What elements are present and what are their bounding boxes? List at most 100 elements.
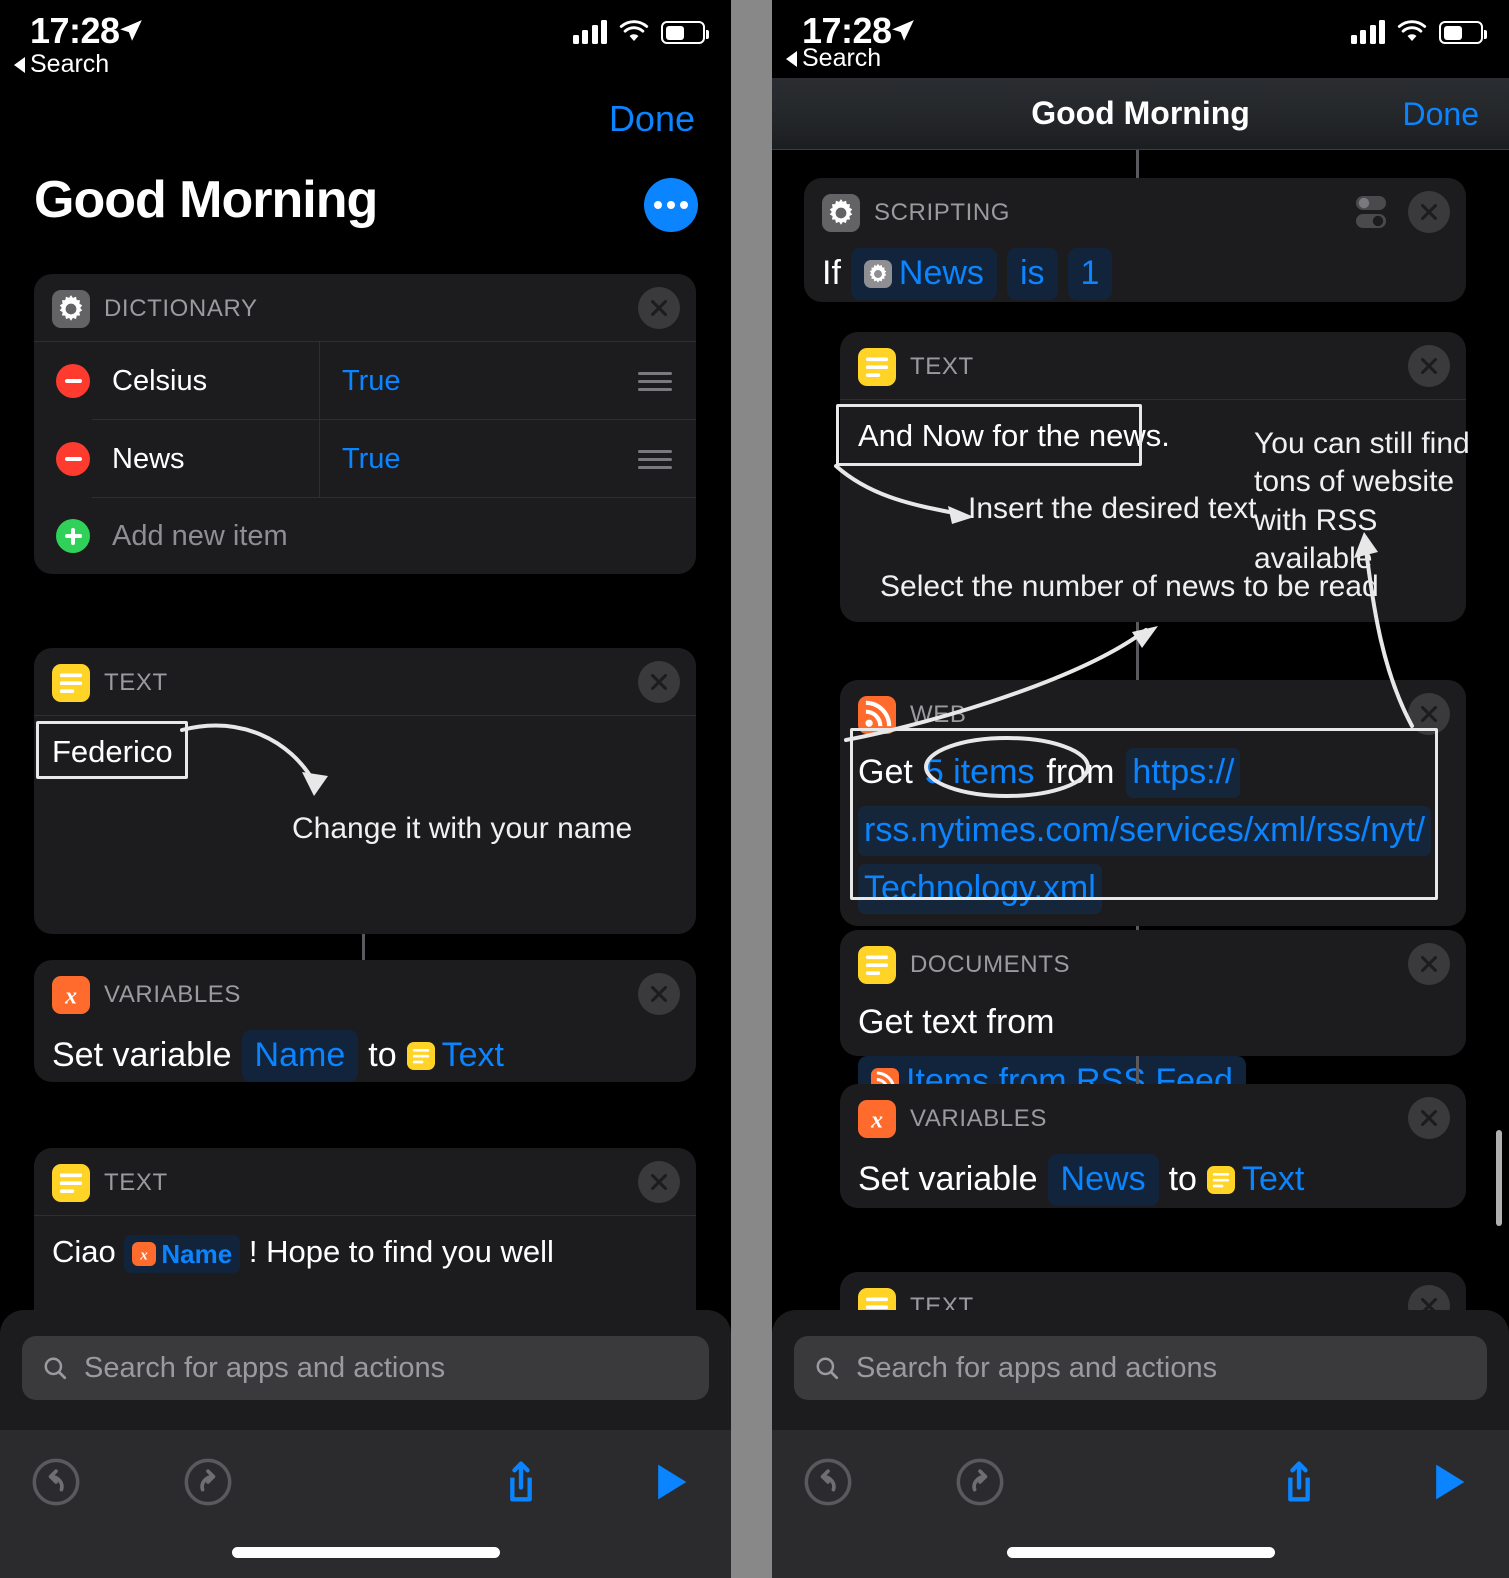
item-count-value[interactable]: 5 items [925,750,1035,796]
card-connector [1136,1056,1139,1084]
play-icon[interactable] [643,1456,695,1508]
text-lines-icon [52,1164,90,1202]
vertical-scrollbar[interactable] [1496,1130,1502,1226]
battery-icon [661,21,709,44]
set-variable-middle: to [1168,1160,1197,1198]
documents-card-header: DOCUMENTS [840,930,1466,998]
variables-news-card-body[interactable]: Set variable News to Text [840,1152,1466,1228]
cellular-bars-icon [1350,18,1385,44]
text-news-action-card[interactable]: TEXT And Now for the news. [840,332,1466,622]
set-variable-prefix: Set variable [858,1160,1038,1198]
gear-icon [863,259,892,288]
scripting-if-action-card[interactable]: SCRIPTING If News is 1 [804,178,1466,302]
dictionary-key-cell[interactable]: News [34,420,320,498]
web-rss-action-card[interactable]: WEB Get 5 items from https:// rss.nytime… [840,680,1466,926]
sliders-icon[interactable] [1354,192,1394,232]
cellular-bars-icon [572,18,607,44]
variable-name-chip[interactable]: News [1047,1154,1159,1206]
more-ellipsis-button[interactable] [644,178,698,232]
url-part-1[interactable]: https:// [1126,748,1241,798]
close-icon[interactable] [638,1161,680,1203]
set-variable-middle: to [368,1036,397,1074]
variable-source-chip[interactable]: Text [406,1033,504,1079]
scripting-card-body[interactable]: If News is 1 [804,246,1466,322]
dictionary-card-header: DICTIONARY [34,274,696,342]
documents-action-card[interactable]: DOCUMENTS Get text from Items from RSS F… [840,930,1466,1108]
left-search-container: Search for apps and actions [0,1310,731,1430]
if-value-label: 1 [1080,254,1100,292]
web-card-body[interactable]: Get 5 items from https:// rss.nytimes.co… [840,748,1466,936]
dictionary-key-cell[interactable]: Celsius [34,342,320,420]
dictionary-action-card[interactable]: DICTIONARY Celsius True News True Add ne… [34,274,696,574]
text-news-card-body[interactable]: And Now for the news. [840,400,1466,479]
dictionary-value[interactable]: True [320,420,638,498]
undo-icon[interactable] [30,1456,82,1508]
close-icon[interactable] [638,661,680,703]
close-icon[interactable] [638,287,680,329]
variable-source-chip[interactable]: Text [1206,1157,1304,1203]
share-icon[interactable] [495,1456,547,1508]
dictionary-row[interactable]: News True [34,420,696,498]
remove-item-icon[interactable] [56,364,90,398]
panel-divider [731,0,772,1578]
if-operator-chip[interactable]: is [1006,248,1058,300]
rss-icon [858,696,896,734]
text-name-card-body[interactable]: Federico [34,716,696,795]
text-name-action-card[interactable]: TEXT Federico [34,648,696,934]
done-button[interactable]: Done [1403,96,1480,133]
variable-name-chip[interactable]: Name [241,1030,359,1082]
add-new-item-button[interactable]: Add new item [34,498,696,574]
home-indicator [1006,1547,1275,1558]
text-news-value[interactable]: And Now for the news. [858,414,1448,457]
reorder-handle-icon[interactable] [638,342,696,420]
if-value-chip[interactable]: 1 [1067,248,1113,300]
undo-icon[interactable] [802,1456,854,1508]
remove-item-icon[interactable] [56,442,90,476]
url-part-3[interactable]: Technology.xml [858,863,1102,914]
card-connector [1136,622,1139,680]
variables-news-action-card[interactable]: x VARIABLES Set variable News to Text [840,1084,1466,1208]
x-variable-icon: x [52,976,90,1014]
greeting-after: ! Hope to find you well [248,1234,554,1269]
close-icon[interactable] [1408,693,1450,735]
search-input[interactable]: Search for apps and actions [22,1336,709,1400]
wifi-icon [1397,20,1427,41]
search-input[interactable]: Search for apps and actions [794,1336,1487,1400]
play-icon[interactable] [1421,1456,1473,1508]
variable-source-label: Text [441,1036,504,1074]
close-icon[interactable] [1408,1097,1450,1139]
dictionary-row[interactable]: Celsius True [34,342,696,420]
if-condition-sentence: If News is 1 [822,248,1448,300]
done-button[interactable]: Done [609,98,695,140]
if-variable-chip[interactable]: News [850,248,997,300]
status-time: 17:28 [30,10,120,51]
close-icon[interactable] [638,973,680,1015]
web-card-header: WEB [840,680,1466,748]
dictionary-value[interactable]: True [320,342,638,420]
close-icon[interactable] [1408,191,1450,233]
inline-variable-token[interactable]: x Name [124,1234,241,1273]
dual-screenshot-container: 17:28 Search Done Good Morning DICTIONAR… [0,0,1509,1578]
text-greeting-card-body[interactable]: Ciao x Name ! Hope to find you well [34,1216,696,1295]
url-part-2[interactable]: rss.nytimes.com/services/xml/rss/nyt/ [858,805,1432,856]
back-to-search-button[interactable]: Search [14,50,109,79]
redo-icon[interactable] [182,1456,234,1508]
home-indicator [231,1547,500,1558]
text-name-value[interactable]: Federico [52,730,678,773]
close-icon[interactable] [1408,943,1450,985]
right-phone-screen: 17:28 Search Good Morning Done SCRIPTING… [772,0,1509,1578]
variables-name-action-card[interactable]: x VARIABLES Set variable Name to Text [34,960,696,1082]
close-icon[interactable] [1408,345,1450,387]
url-line-3: Technology.xml [858,863,1448,914]
back-to-search-button[interactable]: Search [786,44,881,73]
redo-icon[interactable] [954,1456,1006,1508]
reorder-handle-icon[interactable] [638,420,696,498]
left-status-bar: 17:28 Search [0,0,731,86]
text-name-card-header: TEXT [34,648,696,716]
variables-name-card-body[interactable]: Set variable Name to Text [34,1028,696,1104]
text-greeting-value[interactable]: Ciao x Name ! Hope to find you well [52,1230,678,1273]
x-variable-icon: x [132,1241,157,1266]
share-icon[interactable] [1273,1456,1325,1508]
location-arrow-icon [892,20,914,41]
text-greeting-card-header: TEXT [34,1148,696,1216]
